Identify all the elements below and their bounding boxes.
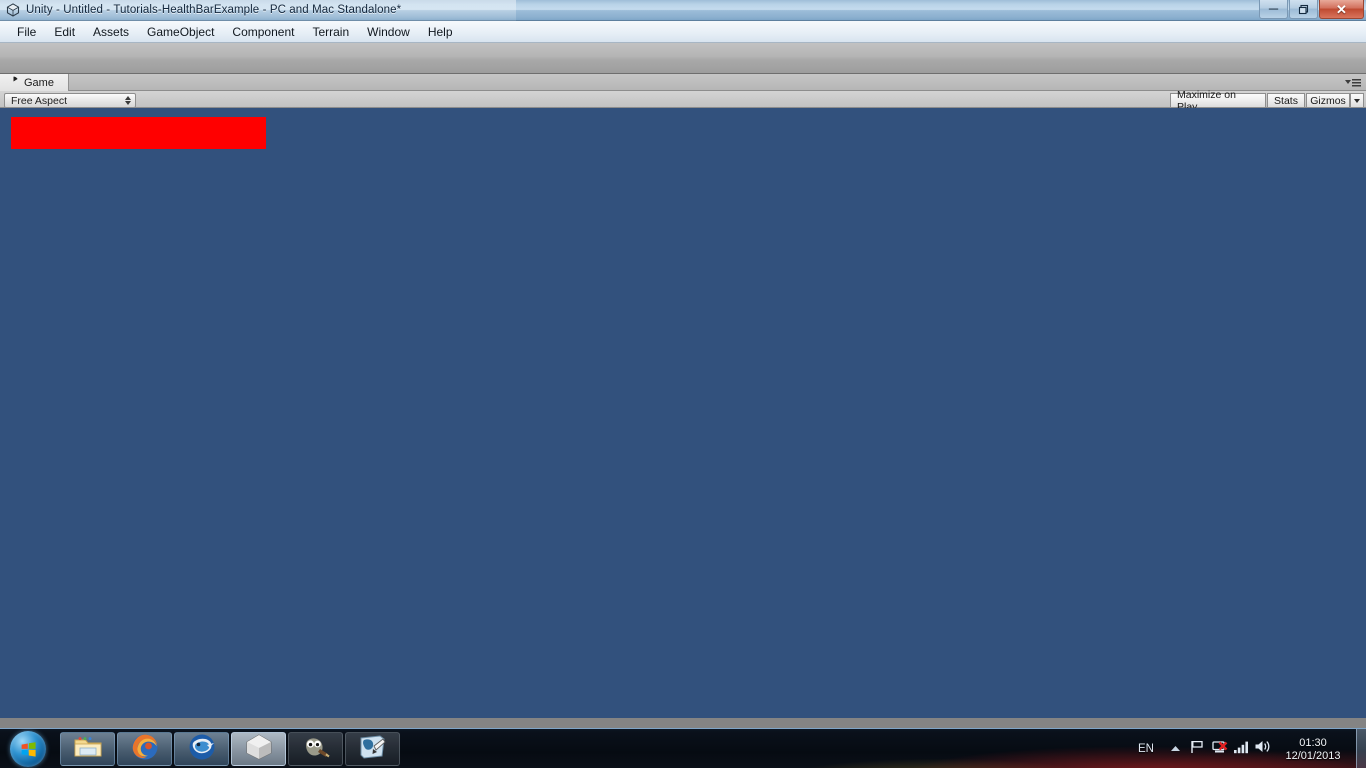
menu-item-edit[interactable]: Edit	[45, 23, 84, 41]
game-panel: Game Free Aspect Maximize on Play Stats …	[0, 74, 1366, 718]
speaker-icon	[1254, 739, 1272, 759]
chevron-down-icon	[1354, 98, 1360, 103]
close-button[interactable]: ✕	[1319, 0, 1364, 19]
menu-item-window[interactable]: Window	[358, 23, 419, 41]
taskbar-item-thunderbird[interactable]	[174, 732, 229, 766]
tab-game-label: Game	[24, 76, 54, 89]
unity-icon	[244, 733, 274, 766]
chevron-up-icon	[1170, 740, 1181, 758]
health-bar	[11, 117, 266, 149]
start-button[interactable]	[3, 730, 53, 768]
gizmos-label: Gizmos	[1310, 94, 1346, 107]
menu-item-help[interactable]: Help	[419, 23, 462, 41]
taskbar-clock[interactable]: 01:30 12/01/2013	[1274, 729, 1352, 768]
menu-bar: File Edit Assets GameObject Component Te…	[0, 21, 1366, 43]
unity-cube-icon	[5, 3, 20, 18]
volume-icon[interactable]	[1252, 729, 1274, 768]
taskbar-item-explorer[interactable]	[60, 732, 115, 766]
aspect-ratio-dropdown[interactable]: Free Aspect	[4, 93, 136, 108]
show-hidden-icons-button[interactable]	[1164, 729, 1186, 768]
stats-label: Stats	[1274, 94, 1298, 107]
menu-item-file[interactable]: File	[8, 23, 45, 41]
gizmos-button[interactable]: Gizmos	[1306, 93, 1350, 108]
maximize-on-play-button[interactable]: Maximize on Play	[1170, 89, 1266, 113]
taskbar-item-gimp[interactable]	[288, 732, 343, 766]
system-tray: EN 01:30 12/01/2013	[1138, 729, 1366, 768]
window-title: Unity - Untitled - Tutorials-HealthBarEx…	[26, 4, 402, 16]
signal-bars-icon	[1233, 740, 1250, 759]
panel-tab-row: Game	[0, 74, 1366, 91]
close-icon: ✕	[1336, 1, 1347, 17]
menu-item-gameobject[interactable]: GameObject	[138, 23, 223, 41]
restore-button[interactable]	[1289, 0, 1318, 19]
updown-arrows-icon	[125, 96, 131, 105]
gimp-icon	[301, 734, 331, 765]
network-error-icon	[1211, 739, 1228, 760]
desktop-strip	[0, 718, 1366, 728]
menu-item-terrain[interactable]: Terrain	[303, 23, 358, 41]
network-status-icon[interactable]	[1208, 729, 1230, 768]
action-center-icon[interactable]	[1186, 729, 1208, 768]
unity-toolbar: Center Local	[0, 43, 1366, 112]
clock-date: 12/01/2013	[1285, 749, 1341, 762]
game-view-icon	[8, 76, 19, 90]
minimize-button[interactable]: ─	[1259, 0, 1288, 19]
wireless-signal-icon[interactable]	[1230, 729, 1252, 768]
firefox-icon	[130, 732, 160, 767]
window-titlebar: Unity - Untitled - Tutorials-HealthBarEx…	[0, 0, 1366, 21]
gizmos-dropdown-button[interactable]	[1350, 93, 1364, 108]
clock-time: 01:30	[1299, 736, 1327, 749]
panel-options-icon[interactable]	[1342, 75, 1362, 90]
taskbar-item-paint[interactable]	[345, 732, 400, 766]
windows-taskbar: EN 01:30 12/01/2013	[0, 728, 1366, 768]
game-view-canvas[interactable]	[0, 108, 1366, 718]
folder-explorer-icon	[73, 734, 103, 765]
taskbar-items	[60, 732, 400, 766]
game-view-toolbar: Free Aspect Maximize on Play Stats Gizmo…	[0, 89, 1366, 113]
stats-button[interactable]: Stats	[1267, 93, 1305, 108]
flag-icon	[1189, 739, 1205, 760]
taskbar-item-unity[interactable]	[231, 732, 286, 766]
taskbar-item-firefox[interactable]	[117, 732, 172, 766]
windows-start-orb-icon	[10, 731, 46, 767]
tab-game[interactable]: Game	[0, 74, 69, 91]
window-controls: ─ ✕	[1259, 0, 1364, 19]
desktop-screen: Unity - Untitled - Tutorials-HealthBarEx…	[0, 0, 1366, 768]
aspect-ratio-label: Free Aspect	[11, 94, 68, 107]
menu-item-component[interactable]: Component	[223, 23, 303, 41]
paint-icon	[358, 733, 388, 766]
thunderbird-icon	[187, 732, 217, 767]
show-desktop-button[interactable]	[1356, 729, 1366, 768]
menu-item-assets[interactable]: Assets	[84, 23, 138, 41]
language-indicator[interactable]: EN	[1138, 743, 1154, 755]
